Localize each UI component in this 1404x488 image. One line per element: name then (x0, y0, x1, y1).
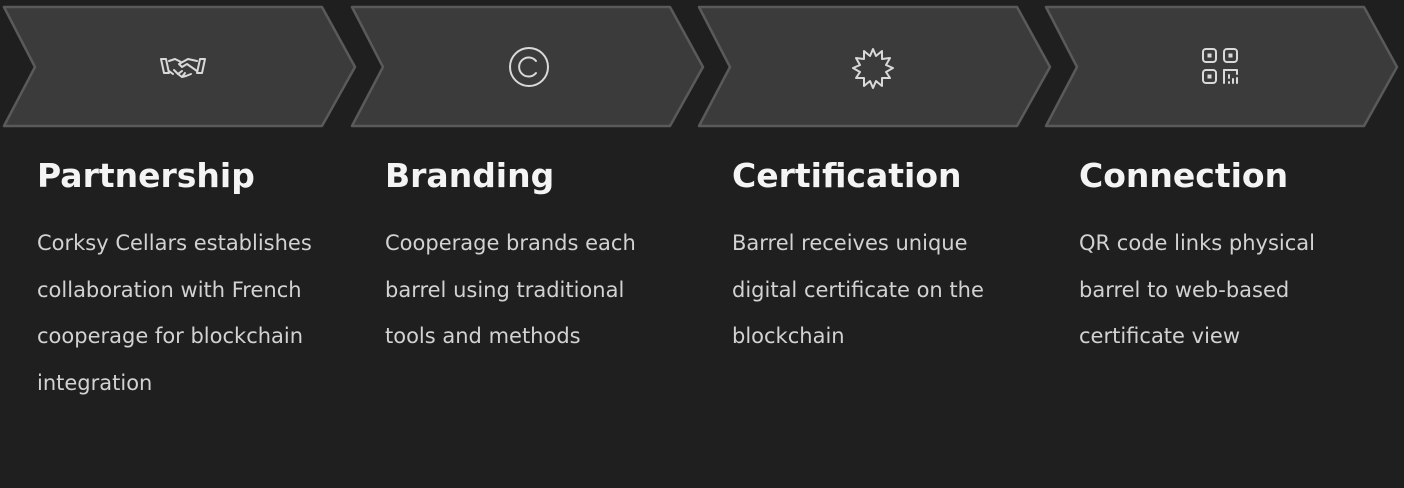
step-description: Barrel receives unique digital certifica… (732, 231, 984, 348)
step-title: Branding (385, 156, 555, 195)
step-title: Connection (1079, 156, 1289, 195)
badge-seal-icon (845, 46, 901, 92)
step-description: Corksy Cellars establishes collaboration… (37, 231, 312, 395)
step-description: QR code links physical barrel to web-bas… (1079, 231, 1315, 348)
copyright-icon (501, 46, 557, 92)
handshake-icon (155, 46, 211, 92)
step-title: Partnership (37, 156, 255, 195)
step-description: Cooperage brands each barrel using tradi… (385, 231, 636, 348)
step-title: Certification (732, 156, 962, 195)
qr-code-icon (1192, 46, 1248, 92)
